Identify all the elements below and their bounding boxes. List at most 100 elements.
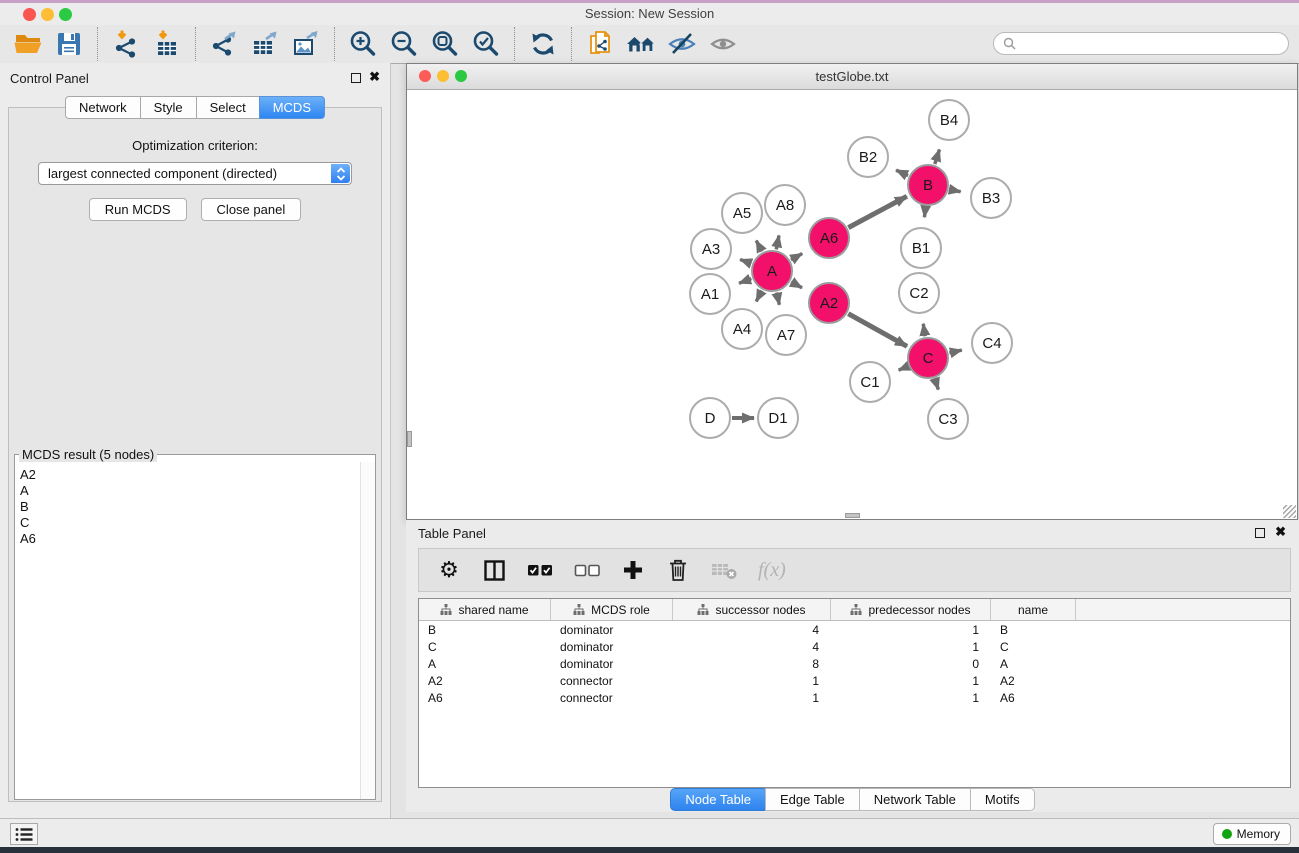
graph-edge-A-A8[interactable]	[776, 235, 779, 249]
graph-node-B4[interactable]: B4	[929, 100, 969, 140]
graph-node-A[interactable]: A	[752, 251, 792, 291]
mcds-result-item[interactable]: A	[20, 483, 360, 499]
export-table-button[interactable]	[249, 28, 281, 60]
graph-node-A6[interactable]: A6	[809, 218, 849, 258]
graph-node-A5[interactable]: A5	[722, 193, 762, 233]
first-neighbors-button[interactable]	[625, 28, 657, 60]
mcds-result-item[interactable]: C	[20, 515, 360, 531]
run-mcds-button[interactable]: Run MCDS	[89, 198, 187, 221]
zoom-fit-button[interactable]	[429, 28, 461, 60]
new-network-from-selection-button[interactable]	[584, 28, 616, 60]
horizontal-scroll-thumb[interactable]	[845, 513, 860, 518]
table-row[interactable]: Cdominator41C	[419, 639, 1290, 655]
column-header-mcds-role[interactable]: MCDS role	[551, 599, 673, 620]
graph-node-B1[interactable]: B1	[901, 228, 941, 268]
table-options-button[interactable]: ⚙	[437, 556, 461, 584]
table-row[interactable]: A6connector11A6	[419, 690, 1290, 706]
export-network-button[interactable]	[208, 28, 240, 60]
close-panel-icon[interactable]: ✖	[369, 69, 380, 85]
show-panels-button[interactable]	[10, 823, 38, 845]
vertical-scroll-thumb[interactable]	[407, 431, 412, 447]
graph-node-B[interactable]: B	[908, 165, 948, 205]
graph-node-A2[interactable]: A2	[809, 283, 849, 323]
network-canvas[interactable]: B4B2BB3B1A5A8A6A3AA1A2A4A7C2C4CC1C3DD1	[407, 90, 1297, 519]
table-row[interactable]: Bdominator41B	[419, 622, 1290, 638]
graph-edge-B-B2[interactable]	[896, 170, 908, 176]
table-close-icon[interactable]: ✖	[1275, 524, 1286, 540]
open-session-button[interactable]	[12, 28, 44, 60]
zoom-out-button[interactable]	[388, 28, 420, 60]
result-scrollbar[interactable]	[360, 462, 375, 799]
tab-style[interactable]: Style	[140, 96, 196, 119]
graph-node-C3[interactable]: C3	[928, 399, 968, 439]
graph-edge-B-B1[interactable]	[924, 207, 925, 217]
tab-mcds[interactable]: MCDS	[259, 96, 325, 119]
save-session-button[interactable]	[53, 28, 85, 60]
search-input[interactable]	[1021, 35, 1288, 52]
apply-function-button[interactable]: f(x)	[758, 556, 786, 584]
apply-layout-button[interactable]	[527, 28, 559, 60]
column-header-successor-nodes[interactable]: successor nodes	[673, 599, 831, 620]
graph-node-A4[interactable]: A4	[722, 309, 762, 349]
graph-node-C4[interactable]: C4	[972, 323, 1012, 363]
column-header-predecessor-nodes[interactable]: predecessor nodes	[831, 599, 991, 620]
graph-node-A7[interactable]: A7	[766, 315, 806, 355]
show-columns-button[interactable]	[482, 556, 506, 584]
network-minimize-button[interactable]	[437, 70, 449, 82]
delete-column-button[interactable]	[666, 556, 690, 584]
memory-button[interactable]: Memory	[1213, 823, 1291, 845]
mcds-result-item[interactable]: A2	[20, 467, 360, 483]
tab-edge-table[interactable]: Edge Table	[765, 788, 859, 811]
graph-edge-A2-C[interactable]	[848, 314, 907, 347]
network-close-button[interactable]	[419, 70, 431, 82]
graph-edge-A-A3[interactable]	[740, 260, 751, 264]
graph-node-A8[interactable]: A8	[765, 185, 805, 225]
network-graph[interactable]: B4B2BB3B1A5A8A6A3AA1A2A4A7C2C4CC1C3DD1	[407, 90, 1297, 520]
tab-network[interactable]: Network	[65, 96, 140, 119]
tab-node-table[interactable]: Node Table	[670, 788, 765, 811]
graph-node-B3[interactable]: B3	[971, 178, 1011, 218]
graph-edge-B-B4[interactable]	[935, 149, 940, 164]
graph-node-C[interactable]: C	[908, 338, 948, 378]
graph-edge-A-A6[interactable]	[791, 254, 802, 260]
select-all-button[interactable]	[527, 556, 553, 584]
add-column-button[interactable]	[621, 556, 645, 584]
graph-edge-C-C2[interactable]	[923, 324, 925, 337]
graph-edge-A6-B[interactable]	[848, 196, 906, 227]
tab-motifs[interactable]: Motifs	[970, 788, 1035, 811]
delete-table-button[interactable]	[711, 556, 737, 584]
graph-edge-C-C4[interactable]	[949, 350, 961, 353]
tab-select[interactable]: Select	[196, 96, 259, 119]
graph-edge-C-C3[interactable]	[935, 379, 938, 390]
graph-node-A3[interactable]: A3	[691, 229, 731, 269]
graph-edge-A-A2[interactable]	[791, 282, 802, 288]
graph-edge-A-A7[interactable]	[777, 292, 780, 304]
table-row[interactable]: Adominator80A	[419, 656, 1290, 672]
import-network-button[interactable]	[110, 28, 142, 60]
zoom-window-button[interactable]	[59, 8, 72, 21]
hide-selected-button[interactable]	[666, 28, 698, 60]
tab-network-table[interactable]: Network Table	[859, 788, 970, 811]
mcds-result-item[interactable]: B	[20, 499, 360, 515]
deselect-all-button[interactable]	[574, 556, 600, 584]
graph-edge-A-A5[interactable]	[756, 241, 762, 252]
graph-edge-B-B3[interactable]	[950, 189, 961, 191]
graph-node-C2[interactable]: C2	[899, 273, 939, 313]
zoom-in-button[interactable]	[347, 28, 379, 60]
column-header-name[interactable]: name	[991, 599, 1076, 620]
search-box[interactable]	[993, 32, 1289, 55]
export-image-button[interactable]	[290, 28, 322, 60]
graph-node-A1[interactable]: A1	[690, 274, 730, 314]
mcds-result-item[interactable]: A6	[20, 531, 360, 547]
graph-node-C1[interactable]: C1	[850, 362, 890, 402]
resize-grip[interactable]	[1283, 505, 1296, 518]
graph-node-D1[interactable]: D1	[758, 398, 798, 438]
float-panel-icon[interactable]	[351, 73, 361, 83]
network-zoom-button[interactable]	[455, 70, 467, 82]
criterion-select[interactable]: largest connected component (directed)	[38, 162, 352, 185]
graph-node-D[interactable]: D	[690, 398, 730, 438]
graph-edge-A-A1[interactable]	[739, 279, 751, 284]
minimize-window-button[interactable]	[41, 8, 54, 21]
column-header-shared-name[interactable]: shared name	[419, 599, 551, 620]
graph-edge-A-A4[interactable]	[756, 291, 762, 302]
